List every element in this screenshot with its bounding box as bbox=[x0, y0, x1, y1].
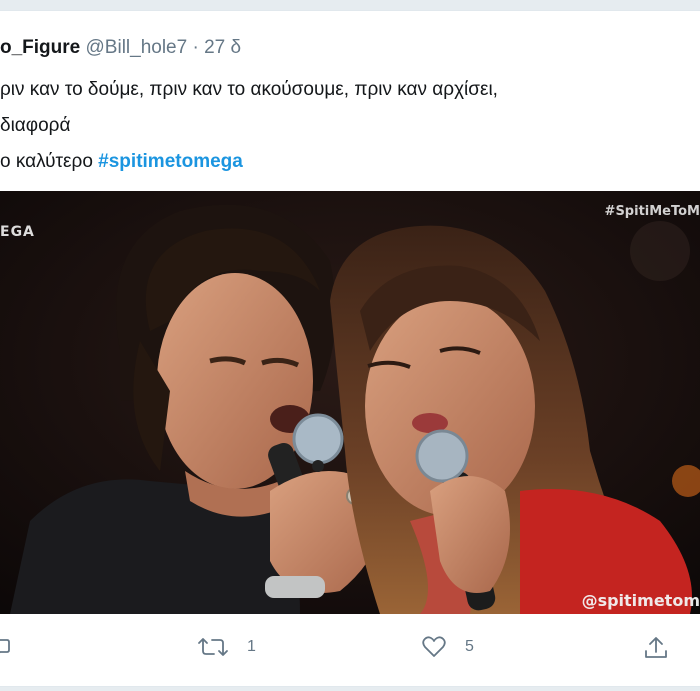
hashtag-link[interactable]: #spitimetomega bbox=[98, 151, 243, 172]
tweet-text-line-3: ο καλύτερο #spitimetomega bbox=[0, 151, 243, 173]
concert-photo bbox=[0, 191, 700, 614]
tweet-card[interactable]: o_Figure @Bill_hole7 · 27 δ ριν καν το δ… bbox=[0, 10, 700, 687]
tweet-media-image[interactable]: #SpitiMeToM EGA @spitimetom bbox=[0, 191, 700, 614]
tweet-actions-bar: 1 5 bbox=[0, 623, 700, 679]
tweet-header: o_Figure @Bill_hole7 · 27 δ bbox=[0, 37, 241, 63]
tweet-text-line-1: ριν καν το δούμε, πριν καν το ακούσουμε,… bbox=[0, 79, 498, 100]
user-handle[interactable]: @Bill_hole7 bbox=[86, 37, 188, 58]
channel-logo: EGA bbox=[0, 224, 35, 240]
display-name[interactable]: o_Figure bbox=[0, 37, 80, 58]
reply-button[interactable] bbox=[0, 635, 12, 659]
heart-icon bbox=[422, 636, 446, 657]
retweet-button[interactable]: 1 bbox=[197, 635, 256, 659]
retweet-count: 1 bbox=[247, 638, 256, 655]
tweet-text-line-2: διαφορά bbox=[0, 115, 71, 136]
tweet-text-prefix: ο καλύτερο bbox=[0, 151, 99, 172]
tweet-timestamp[interactable]: 27 δ bbox=[204, 37, 241, 58]
reply-icon bbox=[0, 639, 10, 654]
share-icon bbox=[645, 637, 667, 658]
share-button[interactable] bbox=[643, 635, 669, 661]
like-button[interactable]: 5 bbox=[421, 635, 474, 659]
separator-dot: · bbox=[192, 37, 199, 58]
account-watermark: @spitimetom bbox=[581, 591, 700, 610]
like-count: 5 bbox=[465, 638, 474, 655]
hashtag-watermark: #SpitiMeToM bbox=[604, 204, 700, 219]
retweet-icon bbox=[198, 638, 228, 656]
